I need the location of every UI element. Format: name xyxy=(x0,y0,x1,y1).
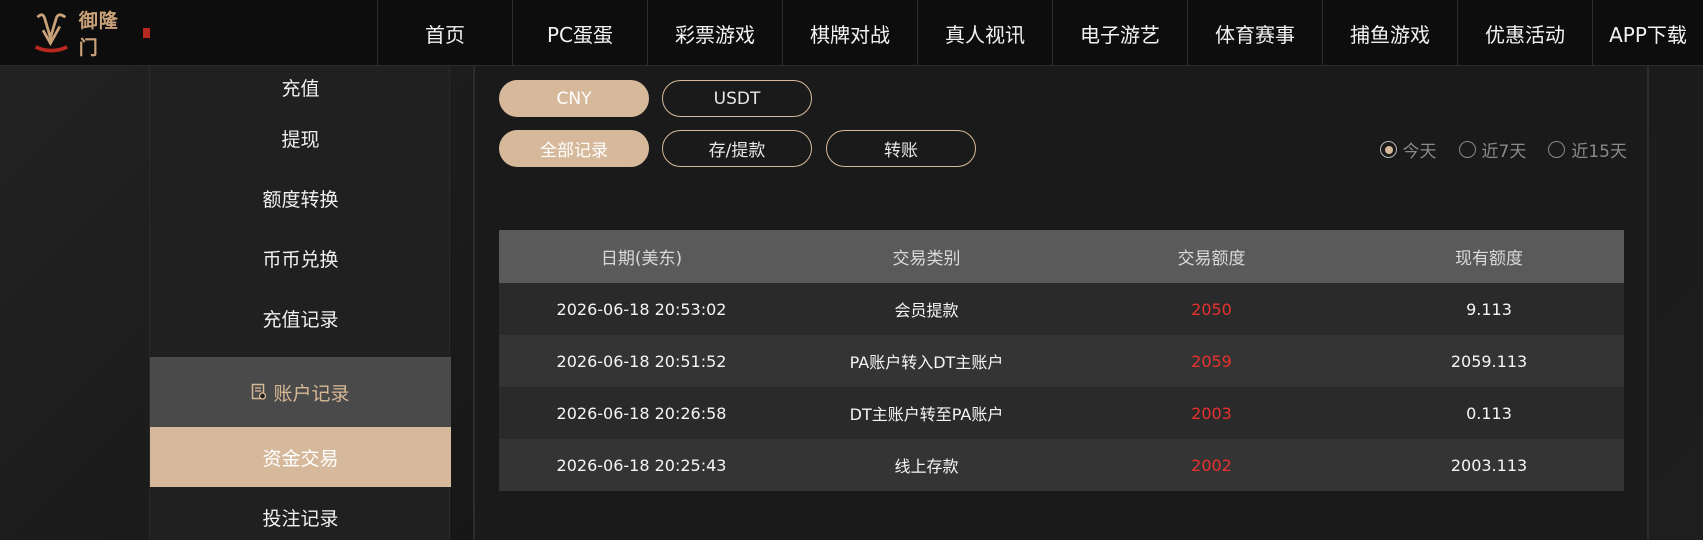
table-row: 2026-06-18 20:26:58 DT主账户转至PA账户 2003 0.1… xyxy=(499,387,1624,439)
tab-transfer[interactable]: 转账 xyxy=(826,130,976,167)
nav-app-download[interactable]: APP下载 xyxy=(1592,0,1703,66)
sidebar-item-bet-records[interactable]: 投注记录 xyxy=(150,487,451,540)
radio-label: 近7天 xyxy=(1481,142,1527,162)
tab-deposit-withdraw[interactable]: 存/提款 xyxy=(662,130,812,167)
cell-amount: 2002 xyxy=(1191,455,1232,475)
sidebar-item-label: 账户记录 xyxy=(273,382,350,405)
sidebar-item-account-records[interactable]: 账户记录 xyxy=(150,357,451,427)
radio-label: 近15天 xyxy=(1571,142,1627,162)
table-row: 2026-06-18 20:51:52 PA账户转入DT主账户 2059 205… xyxy=(499,335,1624,387)
main-content: CNY USDT 全部记录 存/提款 转账 今天 近7天 近15天 日期(美东)… xyxy=(473,66,1649,540)
table-row: 2026-06-18 20:25:43 线上存款 2002 2003.113 xyxy=(499,439,1624,491)
logo[interactable]: 御隆门 xyxy=(30,5,150,61)
cell-balance: 2059.113 xyxy=(1450,351,1528,371)
nav-sports[interactable]: 体育赛事 xyxy=(1187,0,1322,66)
cell-balance: 2003.113 xyxy=(1450,455,1528,475)
cell-type: 会员提款 xyxy=(894,301,959,320)
sidebar-item-deposit-records[interactable]: 充值记录 xyxy=(150,288,451,348)
sidebar-item-coin-exchange[interactable]: 币币兑换 xyxy=(150,228,451,288)
nav-lottery[interactable]: 彩票游戏 xyxy=(647,0,782,66)
tab-cny[interactable]: CNY xyxy=(499,80,649,117)
sidebar-item-credit-transfer[interactable]: 额度转换 xyxy=(150,168,451,228)
date-filter: 今天 近7天 近15天 xyxy=(1379,137,1627,162)
cell-amount: 2059 xyxy=(1191,351,1232,371)
radio-15-days[interactable]: 近15天 xyxy=(1548,137,1627,162)
logo-mark-icon xyxy=(34,13,68,53)
nav-pc-egg[interactable]: PC蛋蛋 xyxy=(512,0,647,66)
column-header-amount: 交易额度 xyxy=(1177,249,1246,269)
nav-menu: 首页 PC蛋蛋 彩票游戏 棋牌对战 真人视讯 电子游艺 体育赛事 捕鱼游戏 优惠… xyxy=(377,0,1703,66)
nav-fishing[interactable]: 捕鱼游戏 xyxy=(1322,0,1457,66)
column-header-type: 交易类别 xyxy=(892,249,961,269)
tab-all-records[interactable]: 全部记录 xyxy=(499,130,649,167)
cell-date: 2026-06-18 20:51:52 xyxy=(556,351,727,371)
cell-amount: 2050 xyxy=(1191,299,1232,319)
table-row: 2026-06-18 20:53:02 会员提款 2050 9.113 xyxy=(499,283,1624,335)
radio-7-days[interactable]: 近7天 xyxy=(1458,137,1527,162)
record-icon xyxy=(252,383,267,400)
sidebar-item-fund-transactions[interactable]: 资金交易 xyxy=(150,427,451,487)
nav-chess-cards[interactable]: 棋牌对战 xyxy=(782,0,917,66)
column-header-date: 日期(美东) xyxy=(600,249,683,269)
cell-balance: 0.113 xyxy=(1466,403,1512,423)
column-header-balance: 现有额度 xyxy=(1455,249,1523,269)
cell-type: DT主账户转至PA账户 xyxy=(849,405,1004,424)
radio-circle-icon xyxy=(1548,141,1566,158)
nav-slots[interactable]: 电子游艺 xyxy=(1052,0,1187,66)
cell-balance: 9.113 xyxy=(1466,299,1512,319)
nav-home[interactable]: 首页 xyxy=(377,0,512,66)
sidebar: 充值 提现 额度转换 币币兑换 充值记录 账户记录 资金交易 投注记录 xyxy=(149,66,451,540)
radio-today[interactable]: 今天 xyxy=(1379,137,1437,162)
tab-usdt[interactable]: USDT xyxy=(662,80,812,117)
cell-type: 线上存款 xyxy=(894,457,959,476)
cell-date: 2026-06-18 20:53:02 xyxy=(556,299,727,319)
radio-circle-icon xyxy=(1458,141,1476,158)
sidebar-item-withdraw[interactable]: 提现 xyxy=(150,108,451,168)
cell-type: PA账户转入DT主账户 xyxy=(849,353,1004,372)
cell-date: 2026-06-18 20:26:58 xyxy=(556,403,727,423)
radio-label: 今天 xyxy=(1402,142,1437,162)
logo-seal xyxy=(142,28,150,38)
nav-promotions[interactable]: 优惠活动 xyxy=(1457,0,1592,66)
table-header: 日期(美东) 交易类别 交易额度 现有额度 xyxy=(499,230,1624,283)
top-navigation: 御隆门 首页 PC蛋蛋 彩票游戏 棋牌对战 真人视讯 电子游艺 体育赛事 捕鱼游… xyxy=(0,0,1703,66)
logo-text: 御隆门 xyxy=(78,10,119,59)
sidebar-item-deposit[interactable]: 充值 xyxy=(150,66,451,108)
cell-amount: 2003 xyxy=(1191,403,1232,423)
page: 御隆门 首页 PC蛋蛋 彩票游戏 棋牌对战 真人视讯 电子游艺 体育赛事 捕鱼游… xyxy=(0,0,1703,540)
transactions-table: 日期(美东) 交易类别 交易额度 现有额度 2026-06-18 20:53:0… xyxy=(499,230,1624,491)
nav-live-casino[interactable]: 真人视讯 xyxy=(917,0,1052,66)
cell-date: 2026-06-18 20:25:43 xyxy=(556,455,727,475)
radio-circle-icon xyxy=(1379,141,1397,158)
